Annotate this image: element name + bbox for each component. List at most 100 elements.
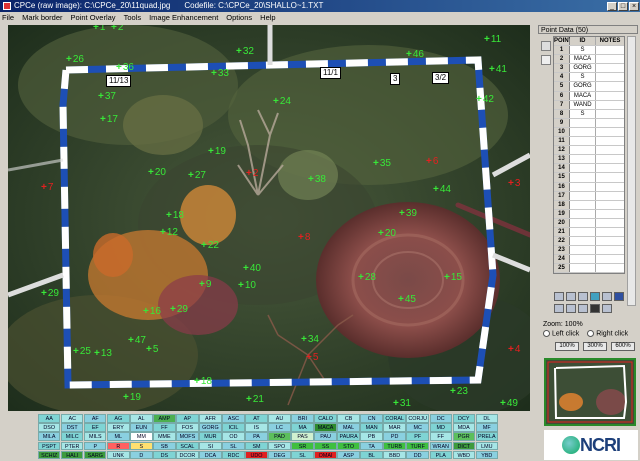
sample-point[interactable]: +36 bbox=[116, 63, 134, 73]
sample-point[interactable]: +7 bbox=[41, 183, 53, 193]
sample-point[interactable]: +42 bbox=[476, 95, 494, 105]
species-code-button[interactable]: CB bbox=[337, 414, 360, 423]
species-code-button[interactable]: PB bbox=[360, 432, 383, 441]
species-code-button[interactable]: PLA bbox=[429, 450, 452, 460]
sample-point[interactable]: +18 bbox=[194, 377, 212, 387]
species-code-button[interactable]: MM bbox=[130, 432, 153, 441]
sample-point[interactable]: +9 bbox=[199, 280, 211, 290]
species-code-button[interactable]: TA bbox=[360, 441, 383, 451]
table-row[interactable]: 5 GORG bbox=[554, 82, 624, 92]
point-notes-cell[interactable] bbox=[596, 73, 624, 81]
right-click-radio[interactable] bbox=[587, 330, 595, 337]
point-id-cell[interactable] bbox=[570, 209, 596, 218]
sample-point[interactable]: +2 bbox=[111, 25, 123, 33]
prev-icon[interactable] bbox=[554, 292, 564, 301]
point-id-cell[interactable]: MACA bbox=[570, 55, 596, 64]
sample-point[interactable]: +23 bbox=[450, 387, 468, 397]
table-row[interactable]: 12 bbox=[554, 146, 624, 156]
species-code-button[interactable]: ASP bbox=[337, 450, 360, 460]
color-icon[interactable] bbox=[590, 304, 600, 313]
species-code-button[interactable]: MA bbox=[291, 423, 314, 432]
species-code-button[interactable]: MD bbox=[429, 423, 452, 432]
species-code-button[interactable]: CORJU bbox=[406, 414, 429, 423]
menu-image-enhancement[interactable]: Image Enhancement bbox=[149, 12, 218, 24]
species-code-button[interactable]: WBD bbox=[452, 450, 475, 460]
sample-point[interactable]: +25 bbox=[73, 347, 91, 357]
sample-point[interactable]: +29 bbox=[41, 289, 59, 299]
table-row[interactable]: 1S bbox=[554, 46, 624, 56]
edit-icon[interactable] bbox=[541, 55, 551, 65]
species-code-button[interactable]: SB bbox=[153, 441, 176, 451]
species-code-button[interactable]: AU bbox=[268, 414, 291, 423]
point-id-cell[interactable] bbox=[570, 218, 596, 227]
sample-point[interactable]: +8 bbox=[298, 233, 310, 243]
sample-point[interactable]: +44 bbox=[433, 185, 451, 195]
species-code-button[interactable]: TURF bbox=[406, 441, 429, 451]
point-notes-cell[interactable] bbox=[596, 219, 624, 227]
species-code-button[interactable]: PAURA bbox=[337, 432, 360, 441]
sample-point[interactable]: +10 bbox=[238, 281, 256, 291]
close-button[interactable]: × bbox=[629, 1, 639, 11]
point-notes-cell[interactable] bbox=[596, 173, 624, 181]
species-code-button[interactable]: STO bbox=[337, 441, 360, 451]
table-row[interactable]: 23 bbox=[554, 246, 624, 256]
species-code-button[interactable]: FF bbox=[429, 432, 452, 441]
table-row[interactable]: 9 bbox=[554, 118, 624, 128]
table-row[interactable]: 10 bbox=[554, 127, 624, 138]
table-row[interactable]: 7 WAND bbox=[554, 100, 624, 110]
species-code-button[interactable]: LMU bbox=[475, 441, 498, 451]
species-code-button[interactable]: MILS bbox=[84, 432, 107, 441]
point-list-scrollbar[interactable] bbox=[627, 36, 636, 306]
table-row[interactable]: 18 bbox=[554, 200, 624, 210]
table-row[interactable]: 17 bbox=[554, 191, 624, 201]
point-notes-cell[interactable] bbox=[596, 155, 624, 163]
point-id-cell[interactable] bbox=[570, 227, 596, 237]
point-id-cell[interactable] bbox=[570, 127, 596, 137]
sample-point[interactable]: +5 bbox=[146, 345, 158, 355]
sample-point[interactable]: +27 bbox=[188, 171, 206, 181]
species-code-button[interactable]: ICIL bbox=[222, 423, 245, 432]
sample-point[interactable]: +3 bbox=[508, 179, 520, 189]
species-code-button[interactable]: MF bbox=[475, 423, 498, 432]
save-file-icon[interactable] bbox=[614, 292, 624, 301]
sample-point[interactable]: +32 bbox=[236, 47, 254, 57]
species-code-button[interactable]: AF bbox=[84, 414, 107, 423]
point-notes-cell[interactable] bbox=[596, 137, 624, 145]
species-code-button[interactable]: DC bbox=[429, 414, 452, 423]
point-notes-cell[interactable] bbox=[596, 46, 624, 54]
species-code-button[interactable]: DST bbox=[61, 423, 84, 432]
table-row[interactable]: 14 bbox=[554, 164, 624, 174]
sample-point[interactable]: +12 bbox=[160, 228, 178, 238]
species-code-button[interactable]: SS bbox=[314, 441, 337, 451]
sample-point[interactable]: +22 bbox=[201, 241, 219, 251]
sample-point[interactable]: +17 bbox=[100, 115, 118, 125]
species-code-button[interactable]: AFR bbox=[199, 414, 222, 423]
point-notes-cell[interactable] bbox=[596, 101, 624, 109]
species-code-button[interactable]: MILC bbox=[61, 432, 84, 441]
species-code-button[interactable]: DSO bbox=[38, 423, 61, 432]
minimize-button[interactable]: _ bbox=[607, 1, 617, 11]
point-id-cell[interactable]: S bbox=[570, 73, 596, 82]
species-code-button[interactable]: MAR bbox=[383, 423, 406, 432]
point-id-cell[interactable] bbox=[570, 255, 596, 264]
point-id-cell[interactable] bbox=[570, 237, 596, 246]
tool-icon[interactable] bbox=[602, 304, 612, 313]
species-code-button[interactable]: ERY bbox=[107, 423, 130, 432]
species-code-button[interactable]: FOS bbox=[176, 423, 199, 432]
species-code-button[interactable]: R bbox=[107, 441, 130, 451]
species-code-button[interactable]: PGR bbox=[452, 432, 475, 441]
point-id-cell[interactable]: S bbox=[570, 109, 596, 118]
sample-point[interactable]: +49 bbox=[500, 399, 518, 409]
point-notes-cell[interactable] bbox=[596, 164, 624, 172]
species-code-button[interactable]: DCY bbox=[452, 414, 475, 423]
species-code-button[interactable]: MILA bbox=[38, 432, 61, 441]
reef-image-view[interactable]: 11/13 11/1 3 3/2 +1 +2 +26 +36 +32 +33 +46 +11 +… bbox=[8, 25, 530, 411]
left-click-radio[interactable] bbox=[543, 330, 550, 337]
table-row[interactable]: 11 bbox=[554, 137, 624, 147]
sample-point[interactable]: +4 bbox=[508, 345, 520, 355]
sample-point[interactable]: +16 bbox=[143, 307, 161, 317]
point-id-cell[interactable] bbox=[570, 146, 596, 155]
species-code-button[interactable]: UDO bbox=[245, 450, 268, 460]
sample-point[interactable]: +21 bbox=[246, 395, 264, 405]
point-id-cell[interactable]: WAND bbox=[570, 100, 596, 109]
